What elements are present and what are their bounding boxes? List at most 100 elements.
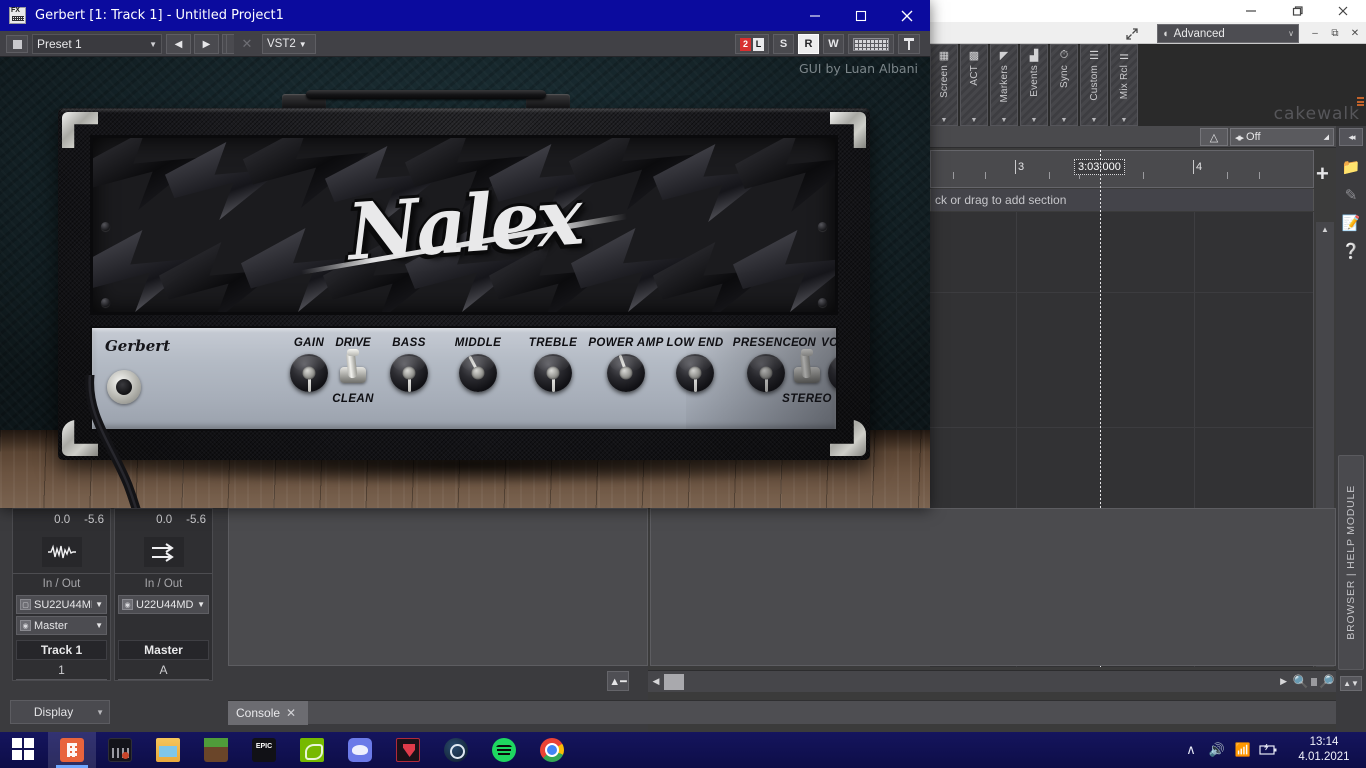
tascam-taskbar-item[interactable] xyxy=(96,732,144,768)
zoom-in-icon[interactable]: 🔎 xyxy=(1318,674,1336,690)
channel-strip-track-1[interactable]: 0.0 -5.6 In / Out ▢ SU22U4 xyxy=(12,508,111,681)
taskbar-clock[interactable]: 13:14 4.01.2021 xyxy=(1282,732,1366,768)
file-explorer-taskbar-item[interactable] xyxy=(144,732,192,768)
snap-to-grid-dropdown[interactable]: ◂▸ Off ◢ xyxy=(1230,128,1334,146)
knob-body[interactable] xyxy=(390,354,428,392)
folder-icon[interactable]: 📁 xyxy=(1340,154,1362,180)
plugin-close-button[interactable] xyxy=(884,0,930,31)
eject-icon[interactable]: ▲━ xyxy=(607,671,629,691)
chevron-down-icon[interactable]: ▼ xyxy=(1051,117,1077,124)
bus-arrows-icon[interactable] xyxy=(144,537,184,567)
arranger-section-hint[interactable]: ck or drag to add section xyxy=(930,189,1314,211)
solo-button[interactable]: S xyxy=(773,34,794,54)
strip-input-dropdown[interactable]: ▢ SU22U44MD ▼ xyxy=(16,595,107,614)
scroll-up-arrow[interactable]: ▲ xyxy=(1316,222,1334,236)
tab-console[interactable]: Console ✕ xyxy=(228,701,308,725)
minecraft-taskbar-item[interactable] xyxy=(192,732,240,768)
host-close-button[interactable] xyxy=(1320,0,1366,22)
inner-restore-button[interactable]: ⧉ xyxy=(1325,24,1345,43)
inner-minimize-button[interactable]: – xyxy=(1305,24,1325,43)
host-minimize-button[interactable] xyxy=(1228,0,1274,22)
pin-icon[interactable] xyxy=(898,34,920,54)
chevron-down-icon[interactable]: ▼ xyxy=(1021,117,1047,124)
epic-games-taskbar-item[interactable] xyxy=(240,732,288,768)
browser-help-module-tab[interactable]: BROWSER | HELP MODULE xyxy=(1338,455,1364,670)
switch-lever[interactable] xyxy=(800,352,812,379)
scroll-right-arrow[interactable]: ▶ xyxy=(1276,676,1292,687)
plugin-maximize-button[interactable] xyxy=(838,0,884,31)
chrome-taskbar-item[interactable] xyxy=(528,732,576,768)
module-tab-markers[interactable]: ◤ Markers ▼ xyxy=(990,44,1018,126)
automation-read-write-button[interactable]: 2 L xyxy=(735,34,769,54)
write-automation-button[interactable]: W xyxy=(823,34,844,54)
record-arm-button[interactable]: R xyxy=(798,34,819,54)
time-ruler[interactable]: 3 4 3:03:000 xyxy=(930,150,1314,188)
horizontal-scroll-thumb[interactable] xyxy=(664,674,684,690)
next-preset-button[interactable]: ▶ xyxy=(194,34,219,54)
knob-middle[interactable]: MIDDLE xyxy=(444,337,512,417)
plugin-titlebar[interactable]: Gerbert [1: Track 1] - Untitled Project1 xyxy=(0,0,930,31)
chevron-down-icon[interactable]: ▼ xyxy=(961,117,987,124)
cakewalk-taskbar-item[interactable] xyxy=(48,732,96,768)
discord-taskbar-item[interactable] xyxy=(336,732,384,768)
strip-input-dropdown[interactable]: ◉ U22U44MDi ▼ xyxy=(118,595,209,614)
chevron-up-icon[interactable]: ∧ xyxy=(1178,732,1204,768)
module-tab-sync[interactable]: ⏱ Sync ▼ xyxy=(1050,44,1078,126)
feather-pen-icon[interactable]: ✎ xyxy=(1340,182,1362,208)
valorant-taskbar-item[interactable] xyxy=(384,732,432,768)
switch-stereo[interactable]: ON STEREO xyxy=(764,337,838,417)
module-tab-screen[interactable]: ▦ Screen ▼ xyxy=(930,44,958,126)
add-track-button[interactable]: + xyxy=(1316,163,1329,185)
expand-arrows-icon[interactable] xyxy=(1124,26,1140,42)
collapse-left-icon[interactable]: ◂◂ xyxy=(1339,128,1363,146)
module-tab-custom[interactable]: ☰ Custom ▼ xyxy=(1080,44,1108,126)
switch-drive[interactable]: DRIVE CLEAN xyxy=(320,337,386,417)
battery-charging-icon[interactable] xyxy=(1256,732,1282,768)
nvidia-taskbar-item[interactable] xyxy=(288,732,336,768)
previous-preset-button[interactable]: ◀ xyxy=(166,34,191,54)
strip-name[interactable]: Master xyxy=(118,640,209,660)
module-tab-act[interactable]: ▩ ACT ▼ xyxy=(960,44,988,126)
stop-square-icon[interactable] xyxy=(6,35,28,53)
scroll-left-arrow[interactable]: ◀ xyxy=(648,676,664,687)
keyboard-icon[interactable] xyxy=(848,34,894,54)
notes-icon[interactable]: 📝 xyxy=(1340,210,1362,236)
module-tab-events[interactable]: ▟ Events ▼ xyxy=(1020,44,1048,126)
channel-strip-master[interactable]: 0.0 -5.6 In / Out ◉ xyxy=(114,508,213,681)
inner-close-button[interactable]: ✕ xyxy=(1345,24,1365,43)
strip-output-dropdown[interactable]: ◉ Master ▼ xyxy=(16,616,107,635)
plugin-format-dropdown[interactable]: VST2 ▼ xyxy=(262,34,316,54)
display-options-button[interactable]: Display ▼ xyxy=(10,700,110,724)
knob-low-end[interactable]: LOW END xyxy=(634,337,756,417)
help-question-icon[interactable]: ❔ xyxy=(1340,238,1362,264)
chevron-down-icon[interactable]: ▼ xyxy=(991,117,1017,124)
scroll-updown-icon[interactable]: ▲▼ xyxy=(1340,676,1362,691)
workspace-advanced-dropdown[interactable]: ◖ Advanced ∨ xyxy=(1157,24,1299,43)
knob-body[interactable] xyxy=(747,354,785,392)
module-tab-mix-rcl[interactable]: ⚌ Mix Rcl ▼ xyxy=(1110,44,1138,126)
horizontal-scrollbar[interactable]: ◀ ▶ 🔍 🔎 xyxy=(648,670,1336,692)
knob-body[interactable] xyxy=(459,354,497,392)
knob-body[interactable] xyxy=(676,354,714,392)
horizontal-zoom-thumb[interactable] xyxy=(1311,678,1317,686)
knob-body[interactable] xyxy=(828,354,838,392)
wifi-icon[interactable]: 📶 xyxy=(1230,732,1256,768)
knob-volume[interactable]: VOLUME xyxy=(804,337,838,417)
spotify-taskbar-item[interactable] xyxy=(480,732,528,768)
chevron-down-icon[interactable]: ▼ xyxy=(931,117,957,124)
plugin-minimize-button[interactable] xyxy=(792,0,838,31)
chevron-down-icon[interactable]: ▼ xyxy=(1111,117,1137,124)
delete-preset-button[interactable]: ✕ xyxy=(234,34,260,54)
speaker-icon[interactable]: 🔊 xyxy=(1204,732,1230,768)
zoom-out-icon[interactable]: 🔍 xyxy=(1292,674,1310,690)
audio-waveform-icon[interactable] xyxy=(42,537,82,567)
knob-presence[interactable]: PRESENCE xyxy=(692,337,838,417)
preset-dropdown[interactable]: Preset 1 ▼ xyxy=(32,34,162,54)
knob-bass[interactable]: BASS xyxy=(380,337,438,417)
strip-name[interactable]: Track 1 xyxy=(16,640,107,660)
host-restore-button[interactable] xyxy=(1274,0,1320,22)
chevron-down-icon[interactable]: ▼ xyxy=(1081,117,1107,124)
steam-taskbar-item[interactable] xyxy=(432,732,480,768)
start-button[interactable] xyxy=(0,732,48,768)
snap-grid-icon[interactable]: △ xyxy=(1200,128,1228,146)
